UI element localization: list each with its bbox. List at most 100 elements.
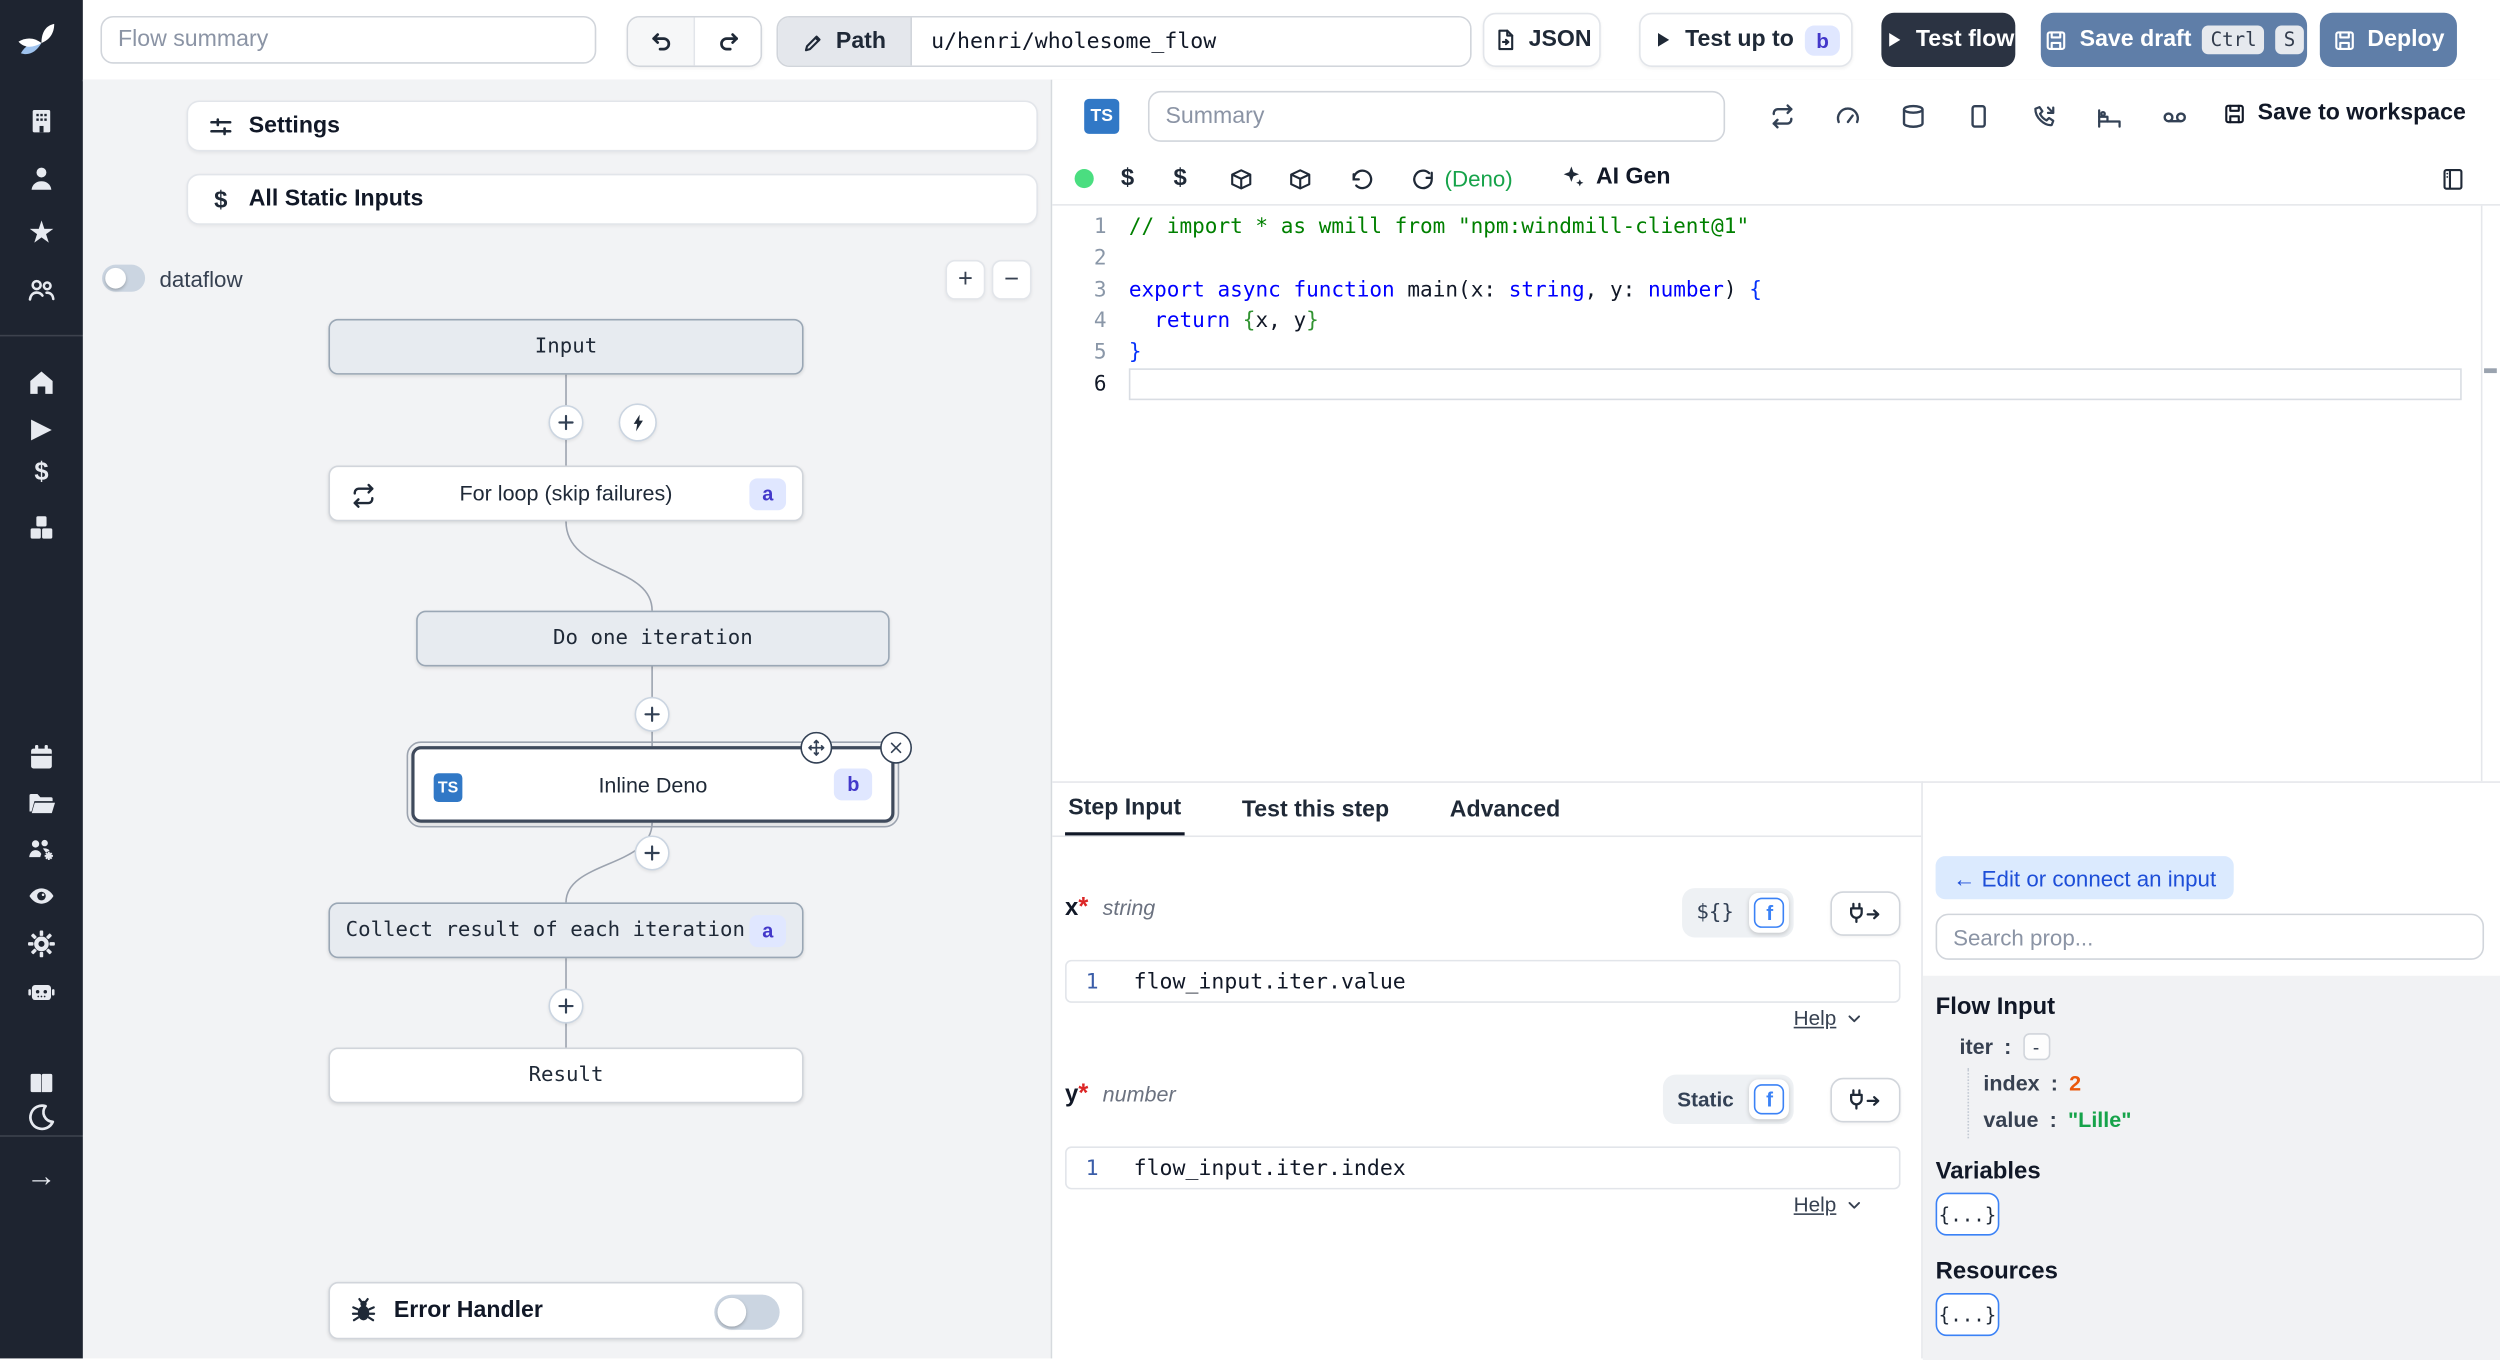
team-icon [28, 279, 55, 301]
mode-label[interactable]: Static [1668, 1087, 1744, 1111]
concurrency-limit-button[interactable] [1830, 99, 1865, 134]
tab-step-input[interactable]: Step Input [1065, 783, 1185, 836]
search-prop-input[interactable] [1935, 913, 2485, 960]
sidebar-item-workspace[interactable] [0, 97, 83, 145]
collapse-iter-button[interactable]: - [2022, 1033, 2050, 1061]
sidebar-item-resources[interactable] [0, 504, 83, 552]
mock-button[interactable] [2157, 99, 2192, 134]
sidebar-item-workers[interactable] [0, 968, 83, 1016]
sidebar-item-user[interactable] [0, 155, 83, 203]
deploy-button[interactable]: Deploy [2319, 12, 2457, 67]
sidebar-item-favorites[interactable]: ★ [0, 209, 83, 257]
move-node-handle[interactable] [800, 731, 833, 764]
save-draft-button[interactable]: Save draft Ctrl S [2040, 12, 2308, 67]
error-handler-row[interactable]: Error Handler [328, 1281, 804, 1340]
sidebar-item-runs[interactable]: ▶ [0, 403, 83, 451]
add-step-button[interactable] [548, 988, 584, 1024]
suspend-button[interactable] [2026, 99, 2061, 134]
library-panel-button[interactable] [2436, 163, 2468, 195]
resource-picker-icon[interactable]: $ [1173, 164, 1186, 191]
path-button[interactable]: Path [778, 17, 912, 66]
step-summary-input[interactable] [1147, 90, 1726, 142]
resources-object-button[interactable]: {...} [1935, 1293, 2000, 1337]
reset-code-button[interactable] [1346, 163, 1378, 195]
sidebar-item-variables[interactable]: $ [0, 450, 83, 498]
code-line[interactable]: 2 [1052, 243, 2481, 274]
sleep-button[interactable] [2092, 99, 2127, 134]
edit-or-connect-button[interactable]: ← Edit or connect an input [1935, 856, 2234, 900]
editor-divider [1052, 204, 2500, 206]
sidebar-item-team[interactable] [0, 266, 83, 314]
save-to-workspace-button[interactable]: Save to workspace [2223, 100, 2466, 126]
sidebar-item-folders[interactable] [0, 780, 83, 828]
javascript-mode-segment[interactable]: f [1749, 892, 1790, 933]
path-input[interactable] [911, 17, 1471, 66]
zoom-out-button[interactable]: − [991, 259, 1032, 300]
prop-row-iter[interactable]: iter : - [1960, 1033, 2050, 1061]
prop-row-index[interactable]: index : 2 [1983, 1071, 2081, 1095]
test-flow-button[interactable]: Test flow [1881, 12, 2016, 67]
runtime-label[interactable]: (Deno) [1445, 166, 1513, 192]
field-type: string [1102, 896, 1156, 920]
field-x-connect-button[interactable] [1830, 891, 1901, 936]
sidebar-expand[interactable]: → [0, 1153, 83, 1201]
add-trigger-button[interactable] [618, 403, 657, 442]
dataflow-toggle[interactable] [102, 264, 146, 292]
javascript-mode-segment[interactable]: f [1749, 1079, 1790, 1120]
reload-runtime-button[interactable] [1406, 163, 1438, 195]
tab-advanced[interactable]: Advanced [1447, 783, 1564, 836]
sidebar-item-home[interactable] [0, 359, 83, 407]
sidebar-item-schedules[interactable] [0, 733, 83, 781]
error-handler-toggle[interactable] [714, 1294, 780, 1330]
sidebar-item-audit-logs[interactable] [0, 872, 83, 920]
cache-button[interactable] [1896, 99, 1931, 134]
field-y-connect-button[interactable] [1830, 1077, 1901, 1123]
plug-arrow-icon [1849, 901, 1880, 923]
prop-row-value[interactable]: value : "Lille" [1983, 1108, 2131, 1132]
flow-summary-input[interactable] [100, 15, 597, 64]
node-inline-deno-selected[interactable]: TS Inline Deno b [406, 731, 912, 828]
topbar: Path JSON Test up to b Test flow Save dr… [82, 0, 2500, 82]
node-result[interactable]: Result [328, 1047, 804, 1104]
field-x-mode-toggle[interactable]: ${} f [1682, 888, 1795, 938]
code-line[interactable]: 1// import * as wmill from "npm:windmill… [1052, 212, 2481, 243]
test-up-to-button[interactable]: Test up to b [1639, 12, 1853, 67]
field-x-expression-editor[interactable]: 1 flow_input.iter.value [1065, 959, 1901, 1003]
zoom-in-button[interactable]: + [945, 259, 986, 300]
mode-label[interactable]: ${} [1687, 901, 1744, 925]
redo-button[interactable] [695, 17, 761, 66]
early-stop-button[interactable] [1961, 99, 1996, 134]
code-line[interactable]: 4 return {x, y} [1052, 306, 2481, 337]
sidebar-item-groups[interactable] [0, 826, 83, 874]
add-step-button[interactable] [548, 404, 584, 441]
ai-gen-button[interactable]: AI Gen [1559, 163, 1670, 190]
json-button[interactable]: JSON [1482, 12, 1601, 67]
node-do-one-iteration[interactable]: Do one iteration [416, 610, 890, 667]
node-collect-result[interactable]: Collect result of each iteration a [328, 902, 804, 959]
add-step-button[interactable] [634, 835, 670, 871]
field-y-mode-toggle[interactable]: Static f [1662, 1074, 1795, 1125]
package-lock-button[interactable] [1283, 163, 1315, 195]
add-step-button[interactable] [634, 696, 670, 732]
code-line[interactable]: 3 export async function main(x: string, y… [1052, 275, 2481, 306]
delete-node-button[interactable] [880, 731, 912, 764]
field-y-expression-editor[interactable]: 1 flow_input.iter.index [1065, 1146, 1901, 1190]
retry-settings-button[interactable] [1765, 99, 1800, 134]
undo-button[interactable] [628, 17, 696, 66]
node-for-loop[interactable]: For loop (skip failures) a [328, 465, 804, 522]
flow-settings-button[interactable]: Settings [186, 100, 1038, 152]
tab-test-this-step[interactable]: Test this step [1239, 783, 1393, 836]
variable-picker-icon[interactable]: $ [1121, 164, 1134, 191]
field-x-help-link[interactable]: Help [1794, 1006, 1864, 1030]
variables-object-button[interactable]: {...} [1935, 1192, 2000, 1236]
all-static-inputs-button[interactable]: $ All Static Inputs [186, 173, 1038, 225]
package-button[interactable] [1224, 163, 1256, 195]
step-input-panel: Step Input Test this step Advanced x * st… [1052, 781, 1922, 1359]
windmill-logo[interactable] [0, 16, 83, 70]
sidebar-item-settings[interactable] [0, 920, 83, 968]
code-line[interactable]: 6 [1052, 369, 2481, 401]
field-y-help-link[interactable]: Help [1794, 1193, 1864, 1217]
code-line[interactable]: 5} [1052, 338, 2481, 369]
tabs-underline [1052, 835, 1922, 838]
node-input[interactable]: Input [328, 318, 804, 375]
